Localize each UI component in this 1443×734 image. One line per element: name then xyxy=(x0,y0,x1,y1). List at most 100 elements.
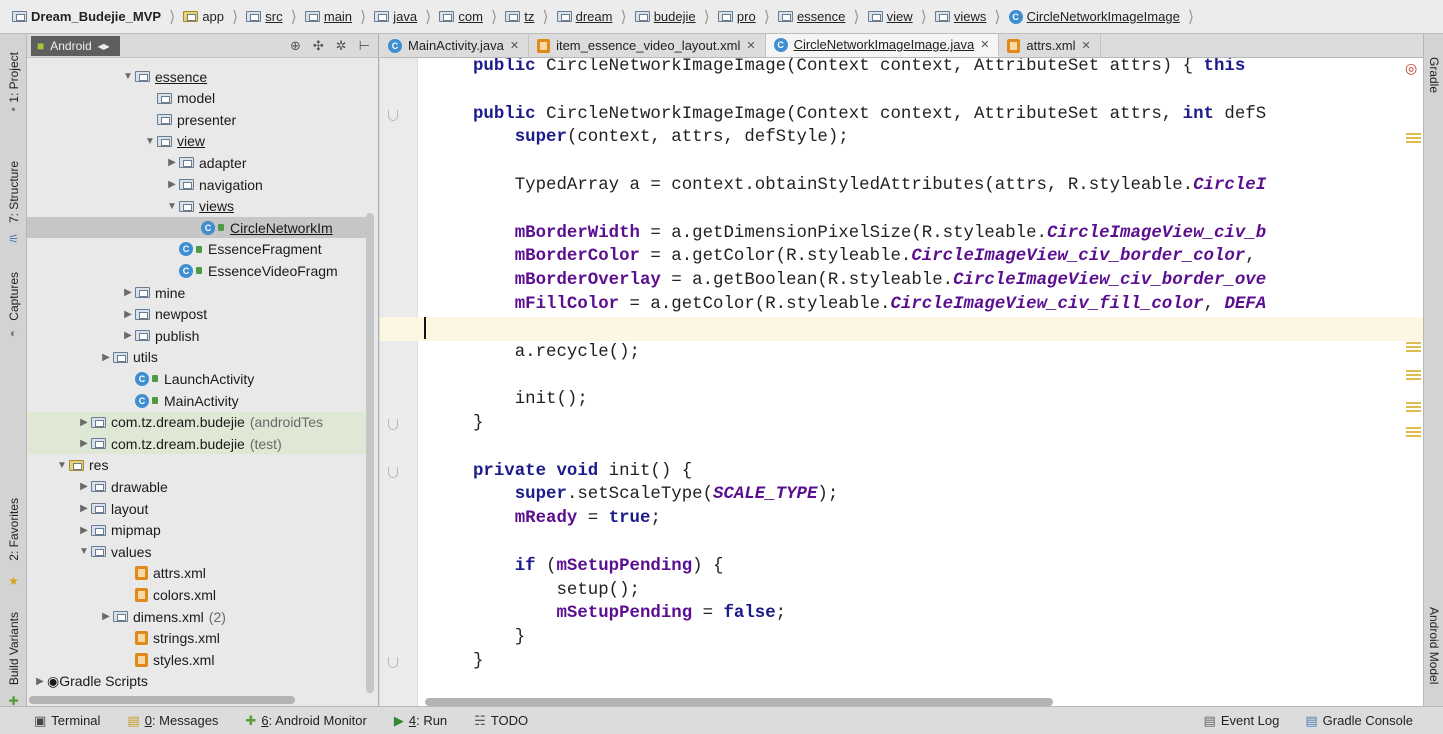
expand-arrow-icon[interactable]: ▼ xyxy=(143,136,157,147)
tree-node[interactable]: ▶ dimens.xml (2) xyxy=(27,606,366,627)
tree-node[interactable]: presenter xyxy=(27,109,366,130)
gradle-icon[interactable]: ◎ xyxy=(1405,60,1417,77)
collapse-arrow-icon[interactable]: ▶ xyxy=(121,309,135,320)
collapse-arrow-icon[interactable]: ▶ xyxy=(77,417,91,428)
close-icon[interactable]: ✕ xyxy=(980,38,989,51)
tree-node[interactable]: ▶ ◉ Gradle Scripts xyxy=(27,671,366,692)
tree-node[interactable]: ▶ newpost xyxy=(27,304,366,325)
code-editor[interactable]: public CircleNetworkImageImage(Context c… xyxy=(418,58,1423,706)
tree-node[interactable]: ▶ com.tz.dream.budejie (androidTes xyxy=(27,411,366,433)
project-view-selector[interactable]: ■ Android ◂▸ xyxy=(31,35,120,56)
expand-arrow-icon[interactable]: ▼ xyxy=(121,71,135,82)
collapse-arrow-icon[interactable]: ▶ xyxy=(165,157,179,168)
breadcrumb-item[interactable]: app xyxy=(179,7,228,26)
tree-node[interactable]: C CircleNetworkIm xyxy=(27,217,366,239)
tree-node[interactable]: ▶ navigation xyxy=(27,174,366,195)
tree-node[interactable]: ▶ utils xyxy=(27,347,366,368)
inspection-marker[interactable] xyxy=(1406,427,1421,429)
tree-node[interactable]: colors.xml xyxy=(27,584,366,605)
breadcrumb-item[interactable]: src xyxy=(242,7,286,26)
tree-node[interactable]: ▼ view xyxy=(27,131,366,152)
tree-node[interactable]: ▶ drawable xyxy=(27,476,366,497)
tree-node[interactable]: C MainActivity xyxy=(27,390,366,411)
inspection-marker[interactable] xyxy=(1406,370,1421,372)
expand-arrow-icon[interactable]: ▼ xyxy=(55,460,69,471)
breadcrumb-item[interactable]: main xyxy=(301,7,356,26)
tool-tab-android-model[interactable]: Android Model xyxy=(1424,586,1443,706)
bottom-tool-terminal[interactable]: ▣ Terminal xyxy=(34,713,100,729)
inspection-marker[interactable] xyxy=(1406,406,1421,408)
tree-node[interactable]: attrs.xml xyxy=(27,563,366,584)
editor-horizontal-scrollbar[interactable] xyxy=(425,698,1053,706)
fold-marker-icon[interactable] xyxy=(388,657,398,668)
breadcrumb-item[interactable]: dream xyxy=(553,7,617,26)
fold-marker-icon[interactable] xyxy=(388,109,398,121)
close-icon[interactable]: ✕ xyxy=(1082,39,1091,52)
bottom-tool-todo[interactable]: ☵ TODO xyxy=(474,713,528,729)
tree-node[interactable]: ▶ publish xyxy=(27,325,366,346)
tree-node[interactable]: C EssenceFragment xyxy=(27,239,366,260)
bottom-tool-event-log[interactable]: ▤ Event Log xyxy=(1204,713,1280,729)
project-horizontal-scrollbar[interactable] xyxy=(29,696,295,704)
editor-tab[interactable]: C CircleNetworkImageImage.java ✕ xyxy=(765,34,1000,57)
tree-node[interactable]: model xyxy=(27,88,366,109)
tool-tab-build-variants[interactable]: Build Variants ✚ xyxy=(0,594,27,707)
breadcrumb-item[interactable]: tz xyxy=(501,7,538,26)
inspection-marker[interactable] xyxy=(1406,435,1421,437)
breadcrumb-item[interactable]: view xyxy=(864,7,917,26)
project-scrollbar[interactable] xyxy=(366,213,374,693)
inspection-marker[interactable] xyxy=(1406,431,1421,433)
collapse-arrow-icon[interactable]: ▶ xyxy=(77,481,91,492)
collapse-icon[interactable]: ✣ xyxy=(313,38,324,54)
tool-tab-gradle[interactable]: Gradle xyxy=(1424,42,1443,108)
tree-node[interactable]: C EssenceVideoFragm xyxy=(27,260,366,281)
collapse-arrow-icon[interactable]: ▶ xyxy=(99,352,113,363)
tool-tab--structure[interactable]: 7: Structure ⚟ xyxy=(0,142,27,246)
collapse-arrow-icon[interactable]: ▶ xyxy=(77,525,91,536)
close-icon[interactable]: ✕ xyxy=(510,39,519,52)
sync-icon[interactable]: ⊕ xyxy=(290,38,301,54)
breadcrumb-item[interactable]: com xyxy=(435,7,487,26)
breadcrumb-item[interactable]: Dream_Budejie_MVP xyxy=(8,7,165,26)
breadcrumb-item[interactable]: C CircleNetworkImageImage xyxy=(1005,7,1184,26)
tree-node[interactable]: styles.xml xyxy=(27,649,366,670)
close-icon[interactable]: ✕ xyxy=(746,39,755,52)
tree-node[interactable]: strings.xml xyxy=(27,628,366,649)
breadcrumb-item[interactable]: java xyxy=(370,7,421,26)
collapse-arrow-icon[interactable]: ▶ xyxy=(121,287,135,298)
editor-tab[interactable]: item_essence_video_layout.xml ✕ xyxy=(529,34,766,57)
breadcrumb-item[interactable]: budejie xyxy=(631,7,700,26)
breadcrumb-item[interactable]: views xyxy=(931,7,991,26)
bottom-tool-gradle-console[interactable]: ▤ Gradle Console xyxy=(1305,713,1413,729)
inspection-marker[interactable] xyxy=(1406,137,1421,139)
tree-node[interactable]: ▼ res xyxy=(27,455,366,476)
tree-node[interactable]: ▶ mine xyxy=(27,282,366,303)
inspection-marker[interactable] xyxy=(1406,346,1421,348)
breadcrumb-item[interactable]: pro xyxy=(714,7,760,26)
tree-node[interactable]: ▼ values xyxy=(27,541,366,562)
collapse-arrow-icon[interactable]: ▶ xyxy=(33,676,47,687)
tree-node[interactable]: ▼ essence xyxy=(27,66,366,87)
tree-node[interactable]: ▶ mipmap xyxy=(27,520,366,541)
collapse-arrow-icon[interactable]: ▶ xyxy=(77,438,91,449)
tool-tab--favorites[interactable]: 2: Favorites ★ xyxy=(0,474,27,588)
inspection-marker[interactable] xyxy=(1406,141,1421,143)
inspection-marker[interactable] xyxy=(1406,374,1421,376)
fold-marker-icon[interactable] xyxy=(388,419,398,430)
inspection-marker[interactable] xyxy=(1406,410,1421,412)
expand-arrow-icon[interactable]: ▼ xyxy=(165,201,179,212)
hide-icon[interactable]: ⊢ xyxy=(359,38,370,54)
breadcrumb-item[interactable]: essence xyxy=(774,7,849,26)
collapse-arrow-icon[interactable]: ▶ xyxy=(165,179,179,190)
expand-arrow-icon[interactable]: ▼ xyxy=(77,546,91,557)
tree-node[interactable]: ▼ views xyxy=(27,196,366,217)
tree-node[interactable]: ▶ layout xyxy=(27,498,366,519)
inspection-marker[interactable] xyxy=(1406,350,1421,352)
tool-tab--project[interactable]: 1: Project ▪ xyxy=(0,42,27,116)
inspection-marker[interactable] xyxy=(1406,378,1421,380)
tree-node[interactable]: ▶ adapter xyxy=(27,152,366,173)
collapse-arrow-icon[interactable]: ▶ xyxy=(99,611,113,622)
tool-tab-captures[interactable]: Captures ◐ xyxy=(0,256,27,340)
bottom-tool-run[interactable]: ▶ 4: Run xyxy=(394,713,447,729)
collapse-arrow-icon[interactable]: ▶ xyxy=(121,330,135,341)
